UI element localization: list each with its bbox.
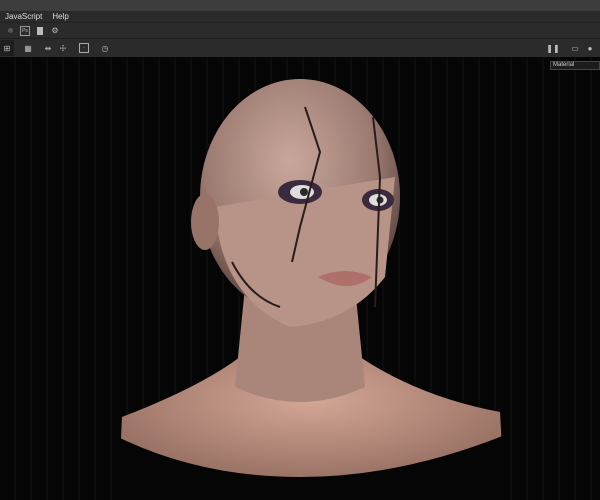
menu-bar: JavaScript Help (0, 11, 600, 22)
menu-javascript[interactable]: JavaScript (0, 11, 47, 22)
history-icon[interactable]: ◷ (100, 43, 110, 53)
photoshop-icon[interactable]: Ps (20, 25, 30, 36)
add-frame-icon[interactable]: · (79, 43, 89, 53)
mirror-icon[interactable]: ⇹ (43, 43, 53, 53)
head-model (118, 79, 505, 500)
pause-icon[interactable]: ❚❚ (546, 43, 559, 53)
document-icon[interactable] (35, 26, 45, 36)
record-icon[interactable] (5, 26, 15, 36)
shading-icon[interactable]: ● (585, 43, 595, 53)
settings-icon[interactable]: ⚙ (50, 26, 60, 36)
camera-frame-icon[interactable]: ▭ (570, 43, 580, 53)
frame-icon[interactable]: ⊞ (0, 40, 14, 56)
toolbar-top: Ps ⚙ (0, 22, 600, 39)
pose-icon[interactable]: ☩ (58, 43, 68, 53)
ear (191, 194, 219, 250)
title-bar (0, 0, 600, 11)
left-pupil (300, 188, 308, 196)
toolbar-viewport: ⊞ ▦ ⇹ ☩ · ◷ ❚❚ ▭ ● (0, 39, 600, 57)
grid-icon[interactable]: ▦ (23, 43, 33, 53)
menu-help[interactable]: Help (47, 11, 73, 22)
